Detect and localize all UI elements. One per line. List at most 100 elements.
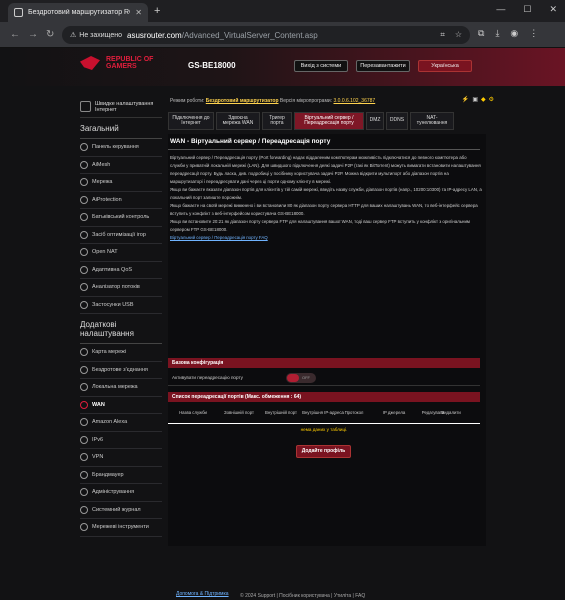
sidebar-item-usb[interactable]: Застосунки USB bbox=[80, 297, 162, 314]
sidebar-item-lan[interactable]: Локальна мережа bbox=[80, 379, 162, 397]
download-icon[interactable]: ⤓ bbox=[495, 28, 499, 39]
parental-icon bbox=[80, 213, 88, 222]
sidebar-item-label: Мережа bbox=[92, 179, 113, 186]
column-header: IP джерела bbox=[382, 409, 406, 415]
maximize-icon[interactable]: ☐ bbox=[523, 4, 531, 15]
wan-icon bbox=[80, 400, 88, 409]
fw-version-link[interactable]: 3.0.0.6.102_36787 bbox=[333, 98, 375, 104]
sidebar-item-tools[interactable]: Мережеві інструменти bbox=[80, 519, 162, 537]
reboot-button[interactable]: Перезавантажити bbox=[356, 60, 410, 72]
sidebar-item-wireless[interactable]: Бездротове з'єднання bbox=[80, 362, 162, 379]
profile-icon[interactable]: ◉ bbox=[510, 28, 518, 39]
sidebar-item-parental[interactable]: Батьківський контроль bbox=[80, 209, 162, 227]
shield-icon bbox=[80, 195, 88, 204]
extensions-icon[interactable]: ⧉ bbox=[478, 28, 484, 39]
sidebar-item-alexa[interactable]: Amazon Alexa bbox=[80, 414, 162, 432]
network-status-icon[interactable]: ▣ bbox=[472, 96, 478, 103]
logo-text: REPUBLIC OF GAMERS bbox=[106, 56, 154, 70]
status-icons: ⚡ ▣ ◆ ⚙ bbox=[462, 96, 494, 103]
sidebar-item-open-nat[interactable]: Open NAT bbox=[80, 244, 162, 262]
sidebar-item-label: Адміністрування bbox=[92, 489, 135, 496]
app-icon[interactable]: ◆ bbox=[481, 96, 486, 103]
sidebar-item-log[interactable]: Системний журнал bbox=[80, 502, 162, 519]
not-secure-label: Не захищено bbox=[79, 31, 123, 39]
sidebar-item-label: Застосунки USB bbox=[92, 301, 134, 308]
tab-0[interactable]: Підключення до Інтернет bbox=[168, 112, 214, 130]
sidebar-item-label: Локальна мережа bbox=[92, 384, 138, 391]
sidebar-item-qos[interactable]: Адаптивна QoS bbox=[80, 262, 162, 279]
sidebar-item-label: WAN bbox=[92, 401, 105, 408]
tools-icon bbox=[80, 523, 88, 532]
sidebar-item-dashboard[interactable]: Панель керування bbox=[80, 139, 162, 157]
sidebar-item-label: Open NAT bbox=[92, 249, 118, 256]
back-icon[interactable]: ← bbox=[10, 29, 20, 40]
not-secure-badge[interactable]: ⚠ Не захищено bbox=[70, 31, 123, 40]
sidebar-item-ipv6[interactable]: IPv6 bbox=[80, 432, 162, 449]
url-path: /Advanced_VirtualServer_Content.asp bbox=[181, 30, 318, 40]
tab-6[interactable]: NAT-тунелювання bbox=[410, 112, 454, 130]
logout-button[interactable]: Вихід з системи bbox=[294, 60, 348, 72]
url-host: asusrouter.com bbox=[127, 30, 182, 40]
forward-table-header: Назва служби Зовнішній порт Внутрішній пор… bbox=[168, 402, 480, 424]
enable-forwarding-toggle[interactable]: OFF bbox=[286, 373, 316, 383]
traffic-analyzer-icon bbox=[80, 283, 88, 292]
forward-list-header: Список переадресації портів (Макс. обмеж… bbox=[168, 392, 480, 402]
add-profile-button[interactable]: Додайте профіль bbox=[296, 445, 351, 458]
sidebar-item-label: VPN bbox=[92, 454, 104, 461]
sidebar-item-network-map[interactable]: Мережа bbox=[80, 174, 162, 192]
new-tab-icon[interactable]: + bbox=[154, 5, 160, 17]
translate-icon[interactable]: ⌗ bbox=[440, 30, 445, 40]
tab-2[interactable]: Тригер порта bbox=[262, 112, 292, 130]
browser-tab[interactable]: Бездротовий маршрутизатор ROG ✕ bbox=[8, 3, 148, 22]
map-icon bbox=[80, 348, 88, 357]
column-header: Назва служби bbox=[179, 409, 207, 415]
sidebar-item-admin[interactable]: Адміністрування bbox=[80, 484, 162, 502]
sidebar-item-firewall[interactable]: Брандмауер bbox=[80, 467, 162, 484]
column-header: Внутрішній порт bbox=[264, 409, 298, 415]
sidebar-item-vpn[interactable]: VPN bbox=[80, 449, 162, 467]
toggle-knob bbox=[287, 374, 299, 382]
admin-icon bbox=[80, 488, 88, 497]
help-support-link[interactable]: Допомога & Підтримка bbox=[176, 591, 229, 597]
footer-links[interactable]: © 2024 Support | Посібник користувача | … bbox=[240, 593, 365, 599]
sidebar-item-wan[interactable]: WAN bbox=[80, 397, 162, 414]
close-window-icon[interactable]: ✕ bbox=[549, 4, 557, 15]
sidebar-item-game-boost[interactable]: Засіб оптимізації ігор bbox=[80, 227, 162, 244]
bookmark-star-icon[interactable]: ☆ bbox=[455, 30, 462, 40]
tab-4[interactable]: DMZ bbox=[366, 112, 384, 130]
reload-icon[interactable]: ↻ bbox=[46, 29, 54, 40]
column-header: Протокол bbox=[344, 409, 364, 415]
close-tab-icon[interactable]: ✕ bbox=[135, 8, 142, 17]
sidebar-item-label: Системний журнал bbox=[92, 506, 141, 513]
sidebar-item-shield[interactable]: AiProtection bbox=[80, 192, 162, 209]
window-controls: — ☐ ✕ bbox=[496, 4, 557, 15]
menu-icon[interactable]: ⋮ bbox=[529, 28, 538, 39]
mode-value-link[interactable]: Бездротовий маршрутизатор bbox=[206, 98, 279, 104]
quick-setup-link[interactable]: Швидке налаштування Інтернет bbox=[80, 96, 162, 118]
no-data-message: нема даних у таблиці. bbox=[300, 427, 348, 432]
advanced-menu: Карта мережі Бездротове з'єднання Локальна… bbox=[80, 344, 162, 537]
tab-1[interactable]: Здвоєна мережа WAN bbox=[216, 112, 260, 130]
main-panel: Режим роботи: Бездротовий маршрутизатор … bbox=[168, 96, 494, 600]
dashboard-icon bbox=[80, 143, 88, 152]
fw-label: Версія мікропрограми: bbox=[279, 98, 333, 104]
minimize-icon[interactable]: — bbox=[496, 4, 505, 15]
desc-para-2: Якщо ви бажаєте вказати діапазон портів … bbox=[170, 187, 482, 200]
sidebar-item-label: Аналізатор потоків bbox=[92, 284, 140, 291]
url-field[interactable]: ⚠ Не захищено asusrouter.com/Advanced_Vir… bbox=[62, 26, 470, 44]
tab-3[interactable]: Віртуальний сервер / Переадресація порту bbox=[294, 112, 364, 130]
sidebar-item-traffic-analyzer[interactable]: Аналізатор потоків bbox=[80, 279, 162, 297]
tab-5[interactable]: DDNS bbox=[386, 112, 408, 130]
sidebar-item-map[interactable]: Карта мережі bbox=[80, 344, 162, 362]
desc-para-1: Віртуальний сервер / Переадресація порту… bbox=[170, 155, 481, 184]
faq-link[interactable]: Віртуальний сервер / Переадресація порту… bbox=[170, 234, 482, 242]
sidebar-item-label: Бездротове з'єднання bbox=[92, 366, 148, 373]
model-name: GS-BE18000 bbox=[188, 61, 236, 70]
language-select[interactable]: Українська bbox=[418, 60, 472, 72]
forward-icon[interactable]: → bbox=[28, 29, 38, 40]
column-header: Внутрішня IP-адреса bbox=[302, 409, 344, 415]
sidebar-item-aimesh[interactable]: AiMesh bbox=[80, 157, 162, 174]
sidebar-item-label: Брандмауер bbox=[92, 471, 124, 478]
usb-status-icon[interactable]: ⚡ bbox=[462, 96, 469, 103]
settings-gear-icon[interactable]: ⚙ bbox=[489, 96, 494, 103]
